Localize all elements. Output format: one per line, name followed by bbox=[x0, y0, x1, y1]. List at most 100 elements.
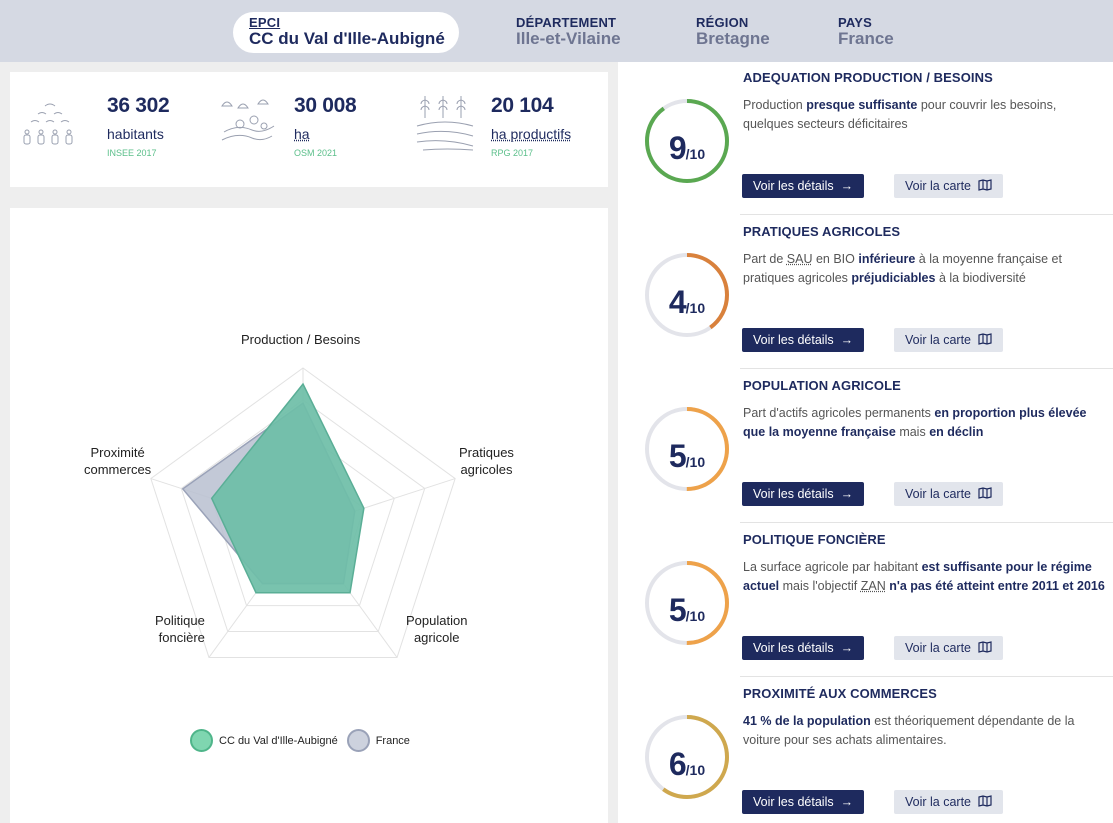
scope-tab-pays[interactable]: PAYS France bbox=[838, 16, 894, 47]
details-button[interactable]: Voir les détails → bbox=[742, 174, 864, 198]
scope-bar: EPCI CC du Val d'Ille-Aubigné DÉPARTEMEN… bbox=[0, 0, 1113, 62]
legend-swatch-france bbox=[347, 729, 370, 752]
axis-label-pratiques: Pratiques agricoles bbox=[459, 445, 514, 479]
arrow-right-icon: → bbox=[841, 641, 854, 655]
details-button[interactable]: Voir les détails → bbox=[742, 790, 864, 814]
map-button-label: Voir la carte bbox=[905, 795, 971, 809]
arrow-right-icon: → bbox=[841, 487, 854, 501]
indicators-column: 9/10 ADEQUATION PRODUCTION / BESOINS Pro… bbox=[618, 62, 1113, 823]
score-number: 5 bbox=[669, 592, 686, 628]
arrow-right-icon: → bbox=[841, 333, 854, 347]
map-button[interactable]: Voir la carte bbox=[894, 174, 1003, 198]
score-value: 5/10 bbox=[644, 438, 730, 475]
map-button[interactable]: Voir la carte bbox=[894, 328, 1003, 352]
population-icon bbox=[22, 92, 78, 148]
details-button[interactable]: Voir les détails → bbox=[742, 636, 864, 660]
score-number: 4 bbox=[669, 284, 686, 320]
map-button[interactable]: Voir la carte bbox=[894, 636, 1003, 660]
indicator-card-fonciere: 5/10 POLITIQUE FONCIÈRE La surface agric… bbox=[618, 524, 1113, 678]
score-value: 5/10 bbox=[644, 592, 730, 629]
axis-label-population: Population agricole bbox=[406, 613, 467, 647]
scope-tab-epci[interactable]: EPCI CC du Val d'Ille-Aubigné bbox=[233, 12, 459, 53]
stat-value: 20 104 bbox=[491, 94, 553, 118]
arrow-right-icon: → bbox=[841, 795, 854, 809]
arrow-right-icon: → bbox=[841, 179, 854, 193]
card-separator bbox=[740, 676, 1113, 677]
chart-legend: CC du Val d'Ille-Aubigné France bbox=[190, 729, 410, 752]
stat-source: INSEE 2017 bbox=[107, 148, 157, 158]
details-button-label: Voir les détails bbox=[753, 641, 834, 655]
score-out-of: /10 bbox=[686, 608, 705, 624]
stat-source: OSM 2021 bbox=[294, 148, 337, 158]
indicator-description: 41 % de la population est théoriquement … bbox=[743, 712, 1108, 750]
map-button[interactable]: Voir la carte bbox=[894, 790, 1003, 814]
scope-label: DÉPARTEMENT bbox=[516, 16, 621, 30]
card-separator bbox=[740, 368, 1113, 369]
map-button-label: Voir la carte bbox=[905, 487, 971, 501]
scope-tab-departement[interactable]: DÉPARTEMENT Ille-et-Vilaine bbox=[516, 16, 621, 47]
score-out-of: /10 bbox=[686, 454, 705, 470]
map-icon bbox=[978, 179, 992, 191]
indicator-card-commerces: 6/10 PROXIMITÉ AUX COMMERCES 41 % de la … bbox=[618, 678, 1113, 823]
details-button[interactable]: Voir les détails → bbox=[742, 482, 864, 506]
scope-value: Ille-et-Vilaine bbox=[516, 30, 621, 48]
legend-label-france: France bbox=[376, 735, 410, 747]
scope-tab-region[interactable]: RÉGION Bretagne bbox=[696, 16, 770, 47]
stat-value: 36 302 bbox=[107, 94, 169, 118]
scope-value: France bbox=[838, 30, 894, 48]
indicator-description: Part de SAU en BIO inférieure à la moyen… bbox=[743, 250, 1108, 288]
details-button-label: Voir les détails bbox=[753, 333, 834, 347]
axis-label-fonciere: Politique foncière bbox=[155, 613, 205, 647]
indicator-title: PROXIMITÉ AUX COMMERCES bbox=[743, 686, 937, 701]
score-value: 4/10 bbox=[644, 284, 730, 321]
radar-series-local bbox=[212, 384, 364, 593]
score-out-of: /10 bbox=[686, 146, 705, 162]
score-number: 6 bbox=[669, 746, 686, 782]
indicator-description: La surface agricole par habitant est suf… bbox=[743, 558, 1108, 596]
scope-value: Bretagne bbox=[696, 30, 770, 48]
indicator-title: POLITIQUE FONCIÈRE bbox=[743, 532, 886, 547]
details-button-label: Voir les détails bbox=[753, 795, 834, 809]
card-separator bbox=[740, 522, 1113, 523]
scope-label: RÉGION bbox=[696, 16, 770, 30]
map-button[interactable]: Voir la carte bbox=[894, 482, 1003, 506]
indicator-card-pratiques: 4/10 PRATIQUES AGRICOLES Part de SAU en … bbox=[618, 216, 1113, 370]
indicator-card-population: 5/10 POPULATION AGRICOLE Part d'actifs a… bbox=[618, 370, 1113, 524]
map-icon bbox=[978, 487, 992, 499]
landscape-icon bbox=[218, 92, 278, 148]
score-value: 9/10 bbox=[644, 130, 730, 167]
indicator-description: Production presque suffisante pour couvr… bbox=[743, 96, 1108, 134]
score-number: 9 bbox=[669, 130, 686, 166]
score-out-of: /10 bbox=[686, 762, 705, 778]
score-out-of: /10 bbox=[686, 300, 705, 316]
scope-label: PAYS bbox=[838, 16, 894, 30]
stat-unit: habitants bbox=[107, 126, 164, 142]
axis-label-production: Production / Besoins bbox=[241, 332, 360, 349]
stat-source: RPG 2017 bbox=[491, 148, 533, 158]
indicator-card-production: 9/10 ADEQUATION PRODUCTION / BESOINS Pro… bbox=[618, 62, 1113, 216]
indicator-title: PRATIQUES AGRICOLES bbox=[743, 224, 900, 239]
details-button[interactable]: Voir les détails → bbox=[742, 328, 864, 352]
score-value: 6/10 bbox=[644, 746, 730, 783]
indicator-description: Part d'actifs agricoles permanents en pr… bbox=[743, 404, 1108, 442]
scope-value: CC du Val d'Ille-Aubigné bbox=[249, 30, 445, 48]
stats-panel: 36 302 habitants INSEE 2017 30 008 ha OS… bbox=[10, 72, 608, 187]
crops-icon bbox=[415, 92, 475, 152]
indicator-title: POPULATION AGRICOLE bbox=[743, 378, 901, 393]
score-number: 5 bbox=[669, 438, 686, 474]
axis-label-commerces: Proximité commerces bbox=[84, 445, 151, 479]
legend-swatch-local bbox=[190, 729, 213, 752]
card-separator bbox=[740, 214, 1113, 215]
map-icon bbox=[978, 641, 992, 653]
map-button-label: Voir la carte bbox=[905, 333, 971, 347]
stat-value: 30 008 bbox=[294, 94, 356, 118]
stat-unit: ha productifs bbox=[491, 126, 571, 142]
map-icon bbox=[978, 795, 992, 807]
map-button-label: Voir la carte bbox=[905, 179, 971, 193]
indicator-title: ADEQUATION PRODUCTION / BESOINS bbox=[743, 70, 993, 85]
scope-label: EPCI bbox=[249, 16, 445, 30]
map-icon bbox=[978, 333, 992, 345]
radar-panel: Production / Besoins Pratiques agricoles… bbox=[10, 208, 608, 823]
details-button-label: Voir les détails bbox=[753, 487, 834, 501]
details-button-label: Voir les détails bbox=[753, 179, 834, 193]
